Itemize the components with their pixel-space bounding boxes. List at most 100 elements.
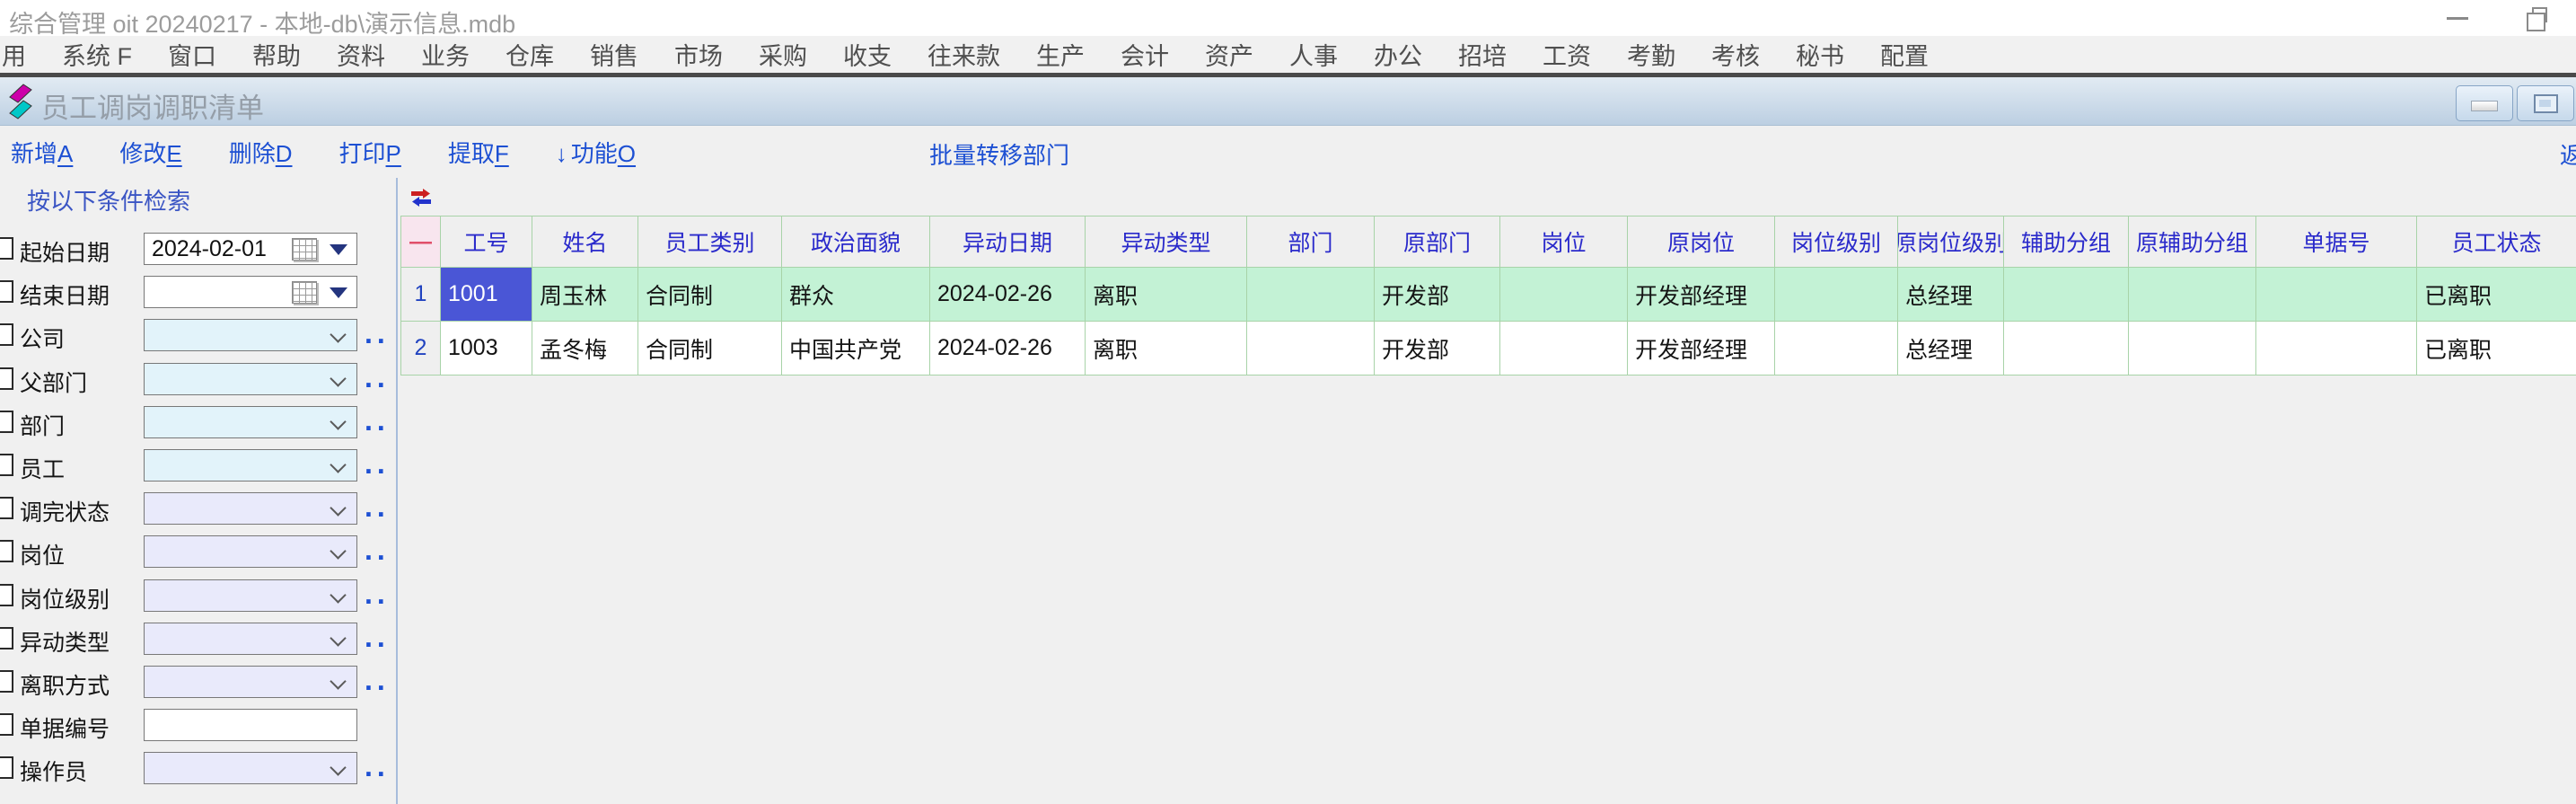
menu-item-秘书[interactable]: 秘书 — [1778, 37, 1862, 72]
combo-select[interactable] — [144, 406, 357, 438]
menu-item-收支[interactable]: 收支 — [825, 37, 910, 72]
transfer-swap-icon[interactable] — [409, 187, 433, 213]
column-header-异动日期[interactable]: 异动日期 — [930, 216, 1086, 268]
table-cell[interactable]: 2024-02-26 — [930, 268, 1086, 322]
toolbar-button-功能[interactable]: ↓功能O — [556, 136, 636, 169]
chevron-down-icon[interactable] — [330, 543, 346, 559]
menu-item-工资[interactable]: 工资 — [1525, 37, 1609, 72]
table-cell[interactable] — [1775, 322, 1898, 375]
chevron-down-icon[interactable] — [330, 370, 346, 386]
menu-item-会计[interactable]: 会计 — [1103, 37, 1187, 72]
column-header-姓名[interactable]: 姓名 — [532, 216, 638, 268]
chevron-down-icon[interactable] — [330, 587, 346, 603]
table-cell[interactable] — [2129, 322, 2256, 375]
table-cell[interactable]: 开发部 — [1375, 322, 1500, 375]
menu-item-市场[interactable]: 市场 — [656, 37, 741, 72]
combo-select[interactable] — [144, 319, 357, 351]
browse-button[interactable]: .. — [365, 317, 390, 350]
filter-checkbox[interactable] — [0, 323, 13, 346]
menu-item-配置[interactable]: 配置 — [1862, 37, 1947, 72]
column-header-工号[interactable]: 工号 — [441, 216, 532, 268]
chevron-down-icon[interactable] — [330, 630, 346, 646]
table-row[interactable]: 21003孟冬梅合同制中国共产党2024-02-26离职开发部开发部经理总经理已… — [401, 322, 2576, 375]
table-cell[interactable]: 总经理 — [1898, 268, 2004, 322]
table-cell[interactable]: 周玉林 — [532, 268, 638, 322]
menu-item-资产[interactable]: 资产 — [1187, 37, 1271, 72]
calendar-icon[interactable] — [292, 238, 317, 261]
table-cell[interactable]: 已离职 — [2417, 268, 2576, 322]
browse-button[interactable]: .. — [365, 578, 390, 611]
table-cell[interactable]: 离职 — [1086, 322, 1247, 375]
menu-item-生产[interactable]: 生产 — [1018, 37, 1103, 72]
os-restore-icon[interactable] — [2532, 7, 2547, 22]
column-header-原辅助分组[interactable]: 原辅助分组 — [2129, 216, 2256, 268]
menu-item-采购[interactable]: 采购 — [741, 37, 825, 72]
table-cell[interactable] — [1247, 268, 1375, 322]
combo-select[interactable] — [144, 623, 357, 655]
combo-select[interactable] — [144, 666, 357, 698]
filter-checkbox[interactable] — [0, 280, 13, 303]
toolbar-button-打印[interactable]: 打印P — [339, 136, 401, 169]
menu-item-资料[interactable]: 资料 — [319, 37, 403, 72]
column-header-原部门[interactable]: 原部门 — [1375, 216, 1500, 268]
column-header-原岗位级别[interactable]: 原岗位级别 — [1898, 216, 2004, 268]
table-cell[interactable]: 群众 — [782, 268, 930, 322]
filter-checkbox[interactable] — [0, 411, 13, 433]
table-cell[interactable]: 合同制 — [638, 268, 782, 322]
table-cell[interactable] — [1500, 322, 1628, 375]
table-cell[interactable]: 离职 — [1086, 268, 1247, 322]
filter-checkbox[interactable] — [0, 713, 13, 736]
combo-select[interactable] — [144, 579, 357, 612]
table-cell[interactable]: 开发部经理 — [1628, 322, 1775, 375]
combo-select[interactable] — [144, 752, 357, 784]
table-cell[interactable] — [1500, 268, 1628, 322]
table-cell[interactable] — [2004, 268, 2129, 322]
combo-select[interactable] — [144, 535, 357, 568]
toolbar-button-新增[interactable]: 新增A — [11, 136, 73, 169]
batch-transfer-button[interactable]: 批量转移部门 — [929, 137, 1069, 171]
column-header-单据号[interactable]: 单据号 — [2256, 216, 2417, 268]
chevron-down-icon[interactable] — [330, 413, 346, 429]
menu-item-仓库[interactable]: 仓库 — [488, 37, 572, 72]
chevron-down-icon[interactable] — [330, 326, 346, 342]
date-input[interactable] — [144, 276, 357, 308]
browse-button[interactable]: .. — [365, 664, 390, 697]
filter-checkbox[interactable] — [0, 670, 13, 693]
menu-item-窗口[interactable]: 窗口 — [150, 37, 234, 72]
panel-splitter[interactable] — [396, 178, 398, 804]
toolbar-button-修改[interactable]: 修改E — [119, 136, 181, 169]
filter-checkbox[interactable] — [0, 584, 13, 606]
combo-select[interactable] — [144, 449, 357, 482]
table-cell[interactable]: 总经理 — [1898, 322, 2004, 375]
table-cell[interactable] — [2004, 322, 2129, 375]
row-number-cell[interactable]: 2 — [401, 322, 441, 375]
toolbar-button-提取[interactable]: 提取F — [448, 136, 509, 169]
chevron-down-icon[interactable] — [330, 456, 346, 473]
browse-button[interactable]: .. — [365, 621, 390, 654]
date-dropdown-icon[interactable] — [330, 287, 347, 298]
filter-checkbox[interactable] — [0, 540, 13, 562]
filter-checkbox[interactable] — [0, 627, 13, 649]
menu-item-用[interactable]: 用 — [0, 37, 44, 72]
table-cell[interactable]: 1001 — [441, 268, 532, 322]
toolbar-button-删除[interactable]: 删除D — [229, 136, 293, 169]
menu-item-人事[interactable]: 人事 — [1271, 37, 1356, 72]
table-row[interactable]: 11001周玉林合同制群众2024-02-26离职开发部开发部经理总经理已离职 — [401, 268, 2576, 322]
column-header-岗位级别[interactable]: 岗位级别 — [1775, 216, 1898, 268]
window-minimize-button[interactable] — [2456, 85, 2513, 121]
filter-checkbox[interactable] — [0, 497, 13, 519]
table-cell[interactable]: 开发部 — [1375, 268, 1500, 322]
menu-item-考勤[interactable]: 考勤 — [1609, 37, 1693, 72]
table-cell[interactable] — [1775, 268, 1898, 322]
os-minimize-icon[interactable] — [2447, 17, 2468, 20]
table-cell[interactable]: 中国共产党 — [782, 322, 930, 375]
table-cell[interactable] — [2129, 268, 2256, 322]
return-button[interactable]: 返 — [2560, 137, 2576, 171]
browse-button[interactable]: .. — [365, 404, 390, 437]
text-input[interactable] — [144, 709, 357, 741]
menu-item-办公[interactable]: 办公 — [1356, 37, 1440, 72]
chevron-down-icon[interactable] — [330, 499, 346, 516]
combo-select[interactable] — [144, 363, 357, 395]
window-maximize-button[interactable] — [2517, 85, 2574, 121]
column-header-员工状态[interactable]: 员工状态 — [2417, 216, 2576, 268]
